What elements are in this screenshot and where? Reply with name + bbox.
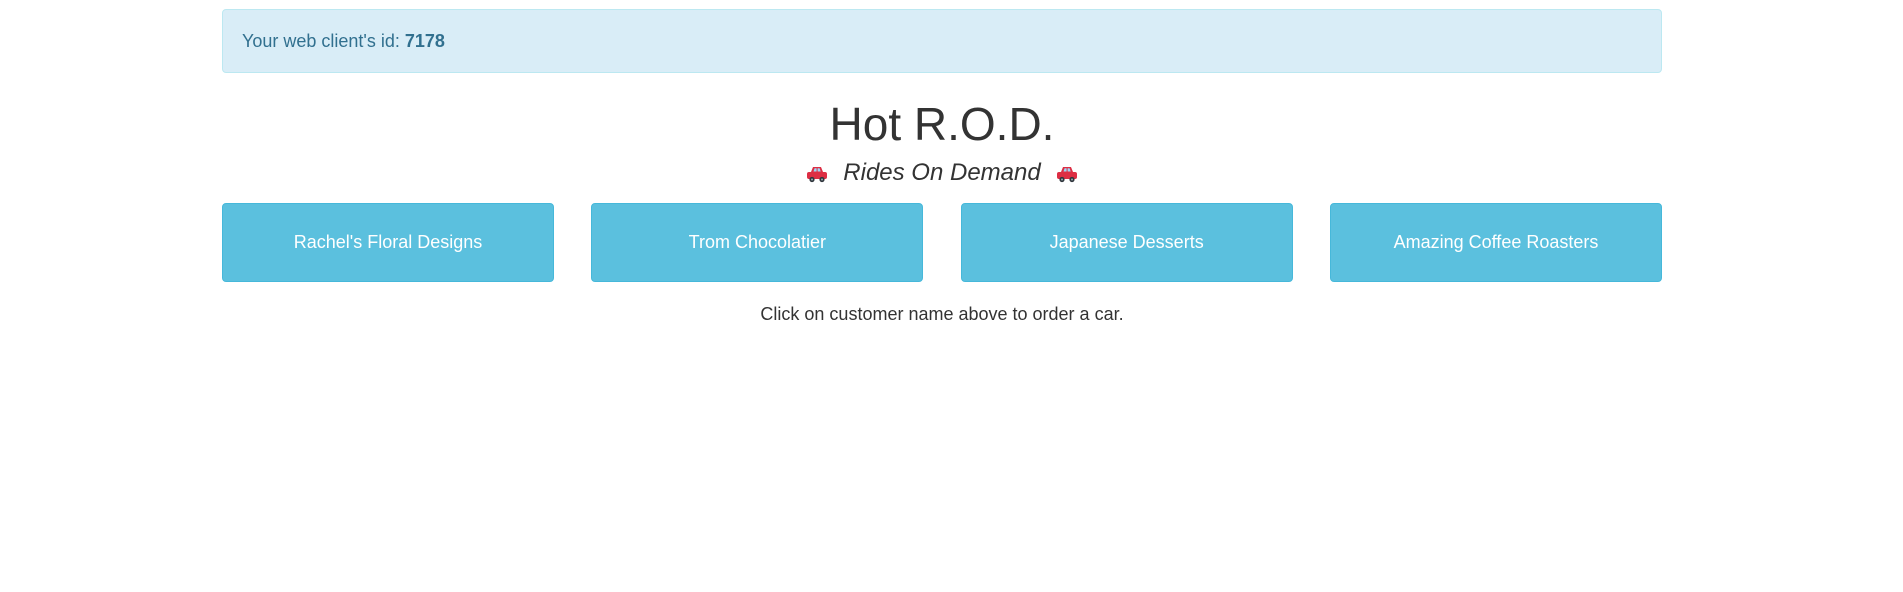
client-id-alert: Your web client's id: 7178 (222, 9, 1662, 73)
client-id-label: Your web client's id: (242, 30, 400, 51)
customer-button-trom-chocolatier[interactable]: Trom Chocolatier (591, 203, 924, 282)
customer-button-rachels-floral-designs[interactable]: Rachel's Floral Designs (222, 203, 554, 282)
page-subtitle: Rides On Demand (222, 158, 1662, 188)
subtitle-text: Rides On Demand (843, 159, 1041, 186)
car-icon (806, 166, 827, 182)
instruction-text: Click on customer name above to order a … (760, 304, 1124, 324)
page-title: Hot R.O.D. (829, 98, 1055, 150)
customer-buttons: Rachel's Floral Designs Trom Chocolatier… (222, 203, 1662, 282)
car-icon (1057, 166, 1078, 182)
client-id-value: 7178 (404, 30, 445, 51)
customer-button-amazing-coffee-roasters[interactable]: Amazing Coffee Roasters (1329, 203, 1662, 282)
page-container: Your web client's id: 7178 Hot R.O.D. Ri… (222, 9, 1662, 325)
customer-button-japanese-desserts[interactable]: Japanese Desserts (960, 203, 1293, 282)
